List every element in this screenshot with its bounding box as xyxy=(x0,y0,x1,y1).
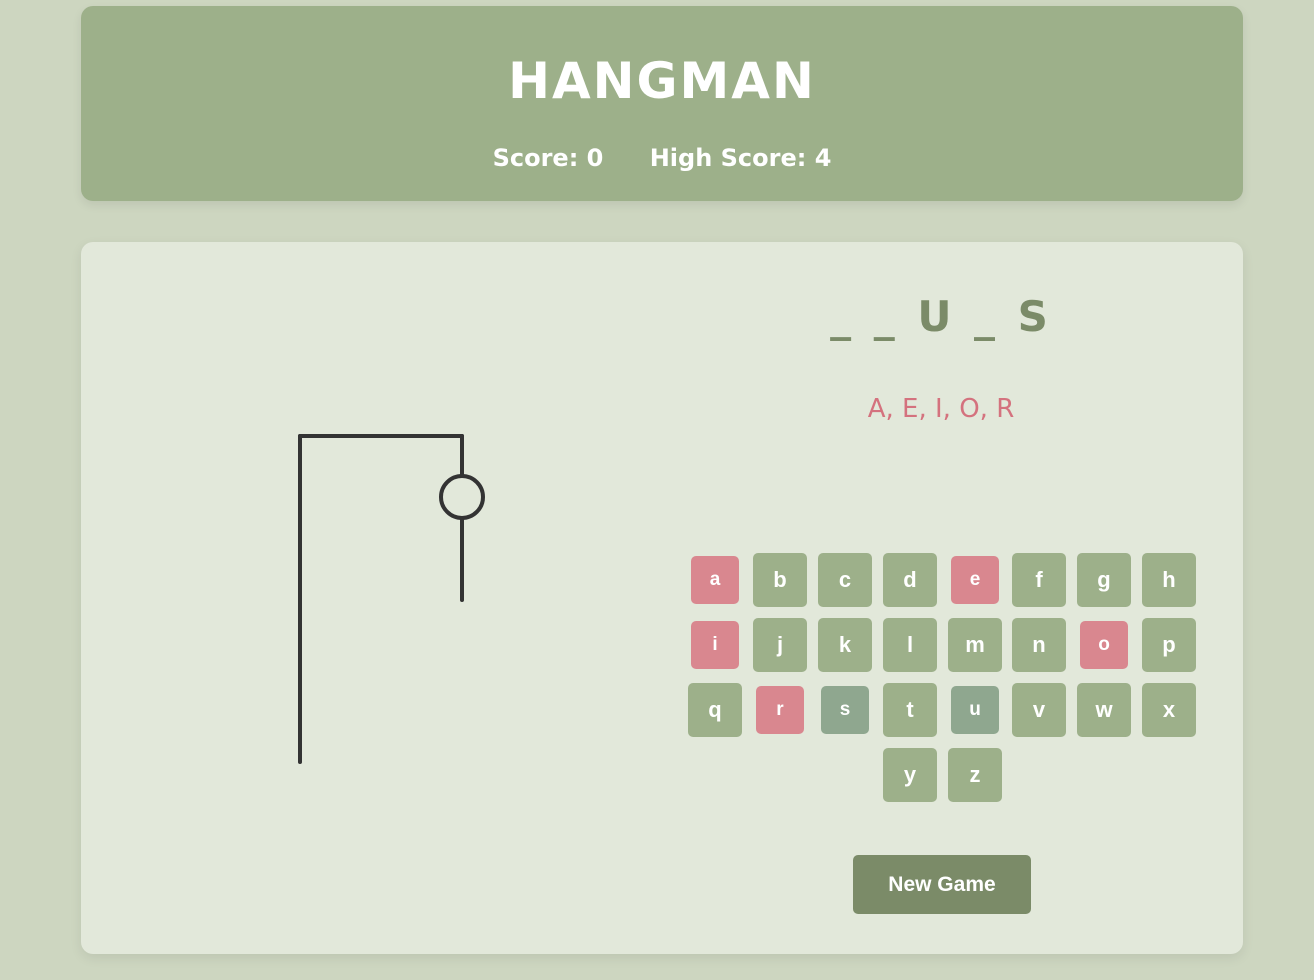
letter-key-u: u xyxy=(951,686,999,734)
letter-key-h[interactable]: h xyxy=(1142,553,1196,607)
letter-key-l[interactable]: l xyxy=(883,618,937,672)
letter-key-s: s xyxy=(821,686,869,734)
score-label: Score: 0 xyxy=(492,144,604,172)
score-bar: Score: 0 High Score: 4 xyxy=(81,140,1243,176)
letter-key-e: e xyxy=(951,556,999,604)
letter-key-q[interactable]: q xyxy=(688,683,742,737)
letter-key-m[interactable]: m xyxy=(948,618,1002,672)
letter-key-z[interactable]: z xyxy=(948,748,1002,802)
letter-key-n[interactable]: n xyxy=(1012,618,1066,672)
letter-key-o: o xyxy=(1080,621,1128,669)
letter-key-i: i xyxy=(691,621,739,669)
letter-key-v[interactable]: v xyxy=(1012,683,1066,737)
header: HANGMAN Score: 0 High Score: 4 xyxy=(81,6,1243,201)
letter-key-g[interactable]: g xyxy=(1077,553,1131,607)
letter-key-b[interactable]: b xyxy=(753,553,807,607)
high-score-label: High Score: 4 xyxy=(649,144,832,172)
letter-key-a: a xyxy=(691,556,739,604)
wrong-guesses: A, E, I, O, R xyxy=(867,394,1015,424)
letter-key-x[interactable]: x xyxy=(1142,683,1196,737)
letter-key-w[interactable]: w xyxy=(1077,683,1131,737)
letter-key-p[interactable]: p xyxy=(1142,618,1196,672)
letter-key-y[interactable]: y xyxy=(883,748,937,802)
letter-key-k[interactable]: k xyxy=(818,618,872,672)
word-display: _ _ U _ S xyxy=(830,292,1052,341)
letter-key-t[interactable]: t xyxy=(883,683,937,737)
letter-key-j[interactable]: j xyxy=(753,618,807,672)
letter-key-r: r xyxy=(756,686,804,734)
letter-key-f[interactable]: f xyxy=(1012,553,1066,607)
new-game-button[interactable]: New Game xyxy=(853,855,1031,914)
letter-key-c[interactable]: c xyxy=(818,553,872,607)
letter-key-d[interactable]: d xyxy=(883,553,937,607)
game-panel xyxy=(81,242,1243,954)
game-title: HANGMAN xyxy=(508,52,816,110)
